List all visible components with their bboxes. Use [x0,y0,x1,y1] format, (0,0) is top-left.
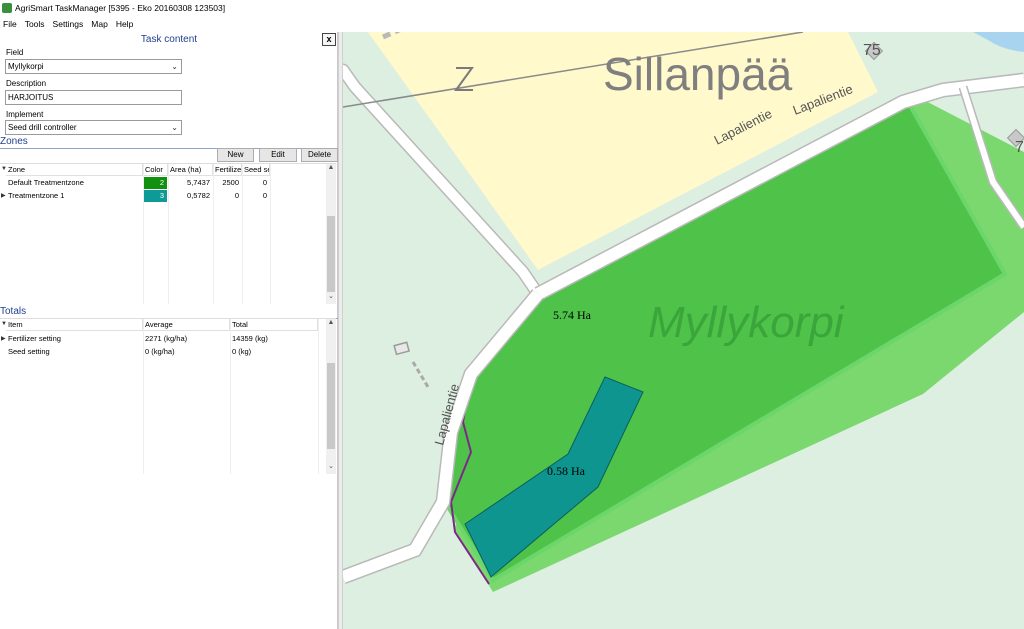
zones-grid: ▼ Zone Color Area (ha) Fertilize Seed se… [0,163,336,304]
scroll-up-icon[interactable]: ▲ [326,164,336,171]
totals-scroll-thumb[interactable] [327,363,335,449]
delete-zone-button[interactable]: Delete [301,148,338,162]
map-canvas[interactable]: Sillanpää Myllykorpi Lapalientie Lapalie… [343,32,1024,629]
zones-scrollbar[interactable]: ▲ ⌄ [326,164,336,304]
row-selected-icon: ▶ [1,336,6,342]
zones-col-color[interactable]: Color [143,164,168,176]
totals-row-1-average: 2271 (kg/ha) [145,334,188,343]
map-view[interactable]: Sillanpää Myllykorpi Lapalientie Lapalie… [343,32,1024,629]
totals-col-average[interactable]: Average [143,319,230,331]
totals-row-1-item[interactable]: Fertilizer setting [6,333,143,345]
implement-select-value: Seed drill controller [8,123,77,132]
totals-section-title: Totals [0,306,27,317]
row-selected-icon: ▶ [1,193,6,199]
description-input[interactable]: HARJOITUS [5,90,182,105]
zone-row-2-color[interactable]: 3 [144,190,167,202]
totals-row-2-item[interactable]: Seed setting [6,346,143,358]
map-house-number-1: 75 [863,42,881,59]
implement-label: Implement [6,110,44,119]
zone-row-2-name[interactable]: Treatmentzone 1 [6,190,143,202]
menu-map[interactable]: Map [91,19,108,29]
zone-row-1-color[interactable]: 2 [144,177,167,189]
zone-row-2-fertilizer: 0 [234,191,239,200]
zone-row-2-seed: 0 [262,191,267,200]
zones-scroll-thumb[interactable] [327,216,335,292]
zone-row-1-name[interactable]: Default Treatmentzone [6,177,143,189]
zone-row-1-seed: 0 [262,178,267,187]
chevron-down-icon: ⌄ [171,62,178,71]
scroll-down-icon[interactable]: ⌄ [326,462,336,470]
zones-col-zone[interactable]: Zone [6,164,143,176]
map-place-label: Sillanpää [603,48,793,100]
window-title: AgriSmart TaskManager [5395 - Eko 201603… [15,3,226,13]
menu-file[interactable]: File [3,19,17,29]
zones-col-fertilizer[interactable]: Fertilize [213,164,242,176]
implement-select[interactable]: Seed drill controller ⌄ [5,120,182,135]
totals-row-2-total: 0 (kg) [232,347,252,356]
menu-bar: File Tools Settings Map Help [0,16,1024,32]
chevron-down-icon: ⌄ [171,123,178,132]
totals-row-2-average: 0 (kg/ha) [145,347,175,356]
totals-col-item[interactable]: Item [6,319,143,331]
totals-scrollbar[interactable]: ▲ ⌄ [326,319,336,474]
scroll-down-icon[interactable]: ⌄ [326,292,336,300]
field-select[interactable]: Myllykorpi ⌄ [5,59,182,74]
task-content-panel: Task content x Field Myllykorpi ⌄ Descri… [0,32,338,629]
menu-settings[interactable]: Settings [53,19,84,29]
scroll-up-icon[interactable]: ▲ [326,319,336,326]
totals-col-total[interactable]: Total [230,319,318,331]
edit-zone-button[interactable]: Edit [259,148,297,162]
menu-tools[interactable]: Tools [25,19,45,29]
zones-col-seed[interactable]: Seed se [242,164,270,176]
totals-row-1-total: 14359 (kg) [232,334,268,343]
menu-help[interactable]: Help [116,19,133,29]
zone-row-2-area: 0,5782 [187,191,210,200]
field-select-value: Myllykorpi [8,62,44,71]
description-label: Description [6,79,47,88]
title-bar: AgriSmart TaskManager [5395 - Eko 201603… [0,0,1024,16]
app-icon [2,3,12,13]
zones-col-area[interactable]: Area (ha) [168,164,213,176]
zone-area-label-1: 0.58 Ha [547,464,586,478]
zones-section-title: Zones [0,136,28,147]
close-panel-button[interactable]: x [322,33,336,46]
field-label: Field [6,48,24,57]
zone-row-1-fertilizer: 2500 [222,178,239,187]
map-field-label: Myllykorpi [648,298,845,347]
zone-area-label-default: 5.74 Ha [553,308,592,322]
map-house-number-2: 7 [1015,139,1024,156]
new-zone-button[interactable]: New [217,148,254,162]
totals-grid: ▼ Item Average Total ▶ Fertilizer settin… [0,318,336,474]
panel-title: Task content [140,34,198,45]
zone-row-1-area: 5,7437 [187,178,210,187]
